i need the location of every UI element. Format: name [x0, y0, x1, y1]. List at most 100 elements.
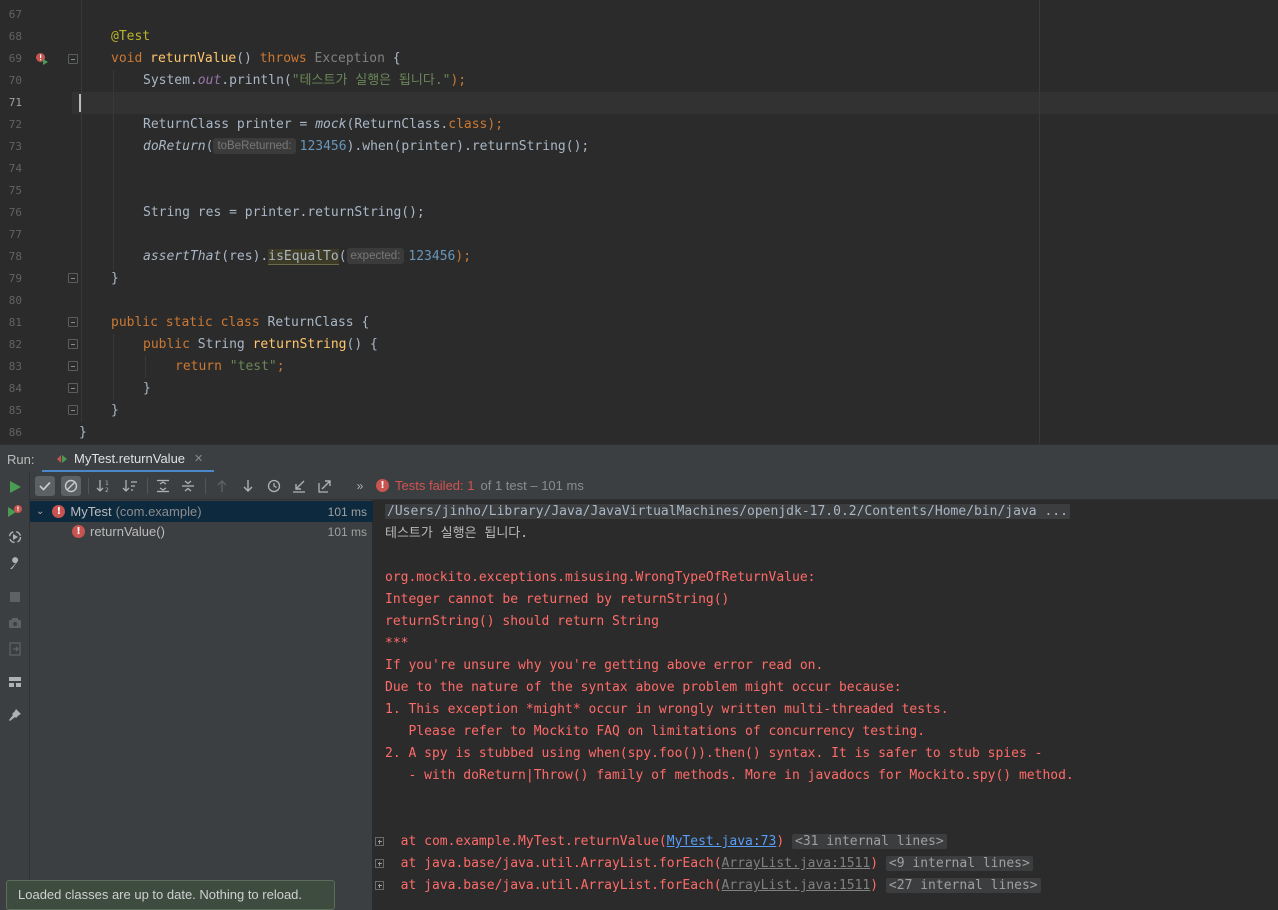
test-class-name: MyTest — [70, 504, 112, 519]
exit-icon — [9, 642, 21, 656]
expand-stack-icon[interactable] — [375, 881, 384, 890]
reload-notification[interactable]: Loaded classes are up to date. Nothing t… — [6, 880, 335, 910]
run-label: Run: — [7, 452, 35, 467]
line-number: 71 — [8, 96, 22, 109]
line-number: 81 — [8, 316, 22, 329]
fold-marker-icon[interactable] — [68, 339, 78, 349]
line-number: 86 — [8, 426, 22, 439]
console-error-line: Integer cannot be returned by returnStri… — [385, 592, 730, 607]
fold-marker-icon[interactable] — [68, 383, 78, 393]
expand-stack-icon[interactable] — [375, 837, 384, 846]
line-number: 80 — [8, 294, 22, 307]
code-line-69: void returnValue() throws Exception { — [111, 51, 401, 66]
fold-marker-icon[interactable] — [68, 361, 78, 371]
console-command-line[interactable]: /Users/jinho/Library/Java/JavaVirtualMac… — [385, 501, 1070, 523]
run-tool-window-header: Run: MyTest.returnValue ✕ — [0, 444, 1278, 473]
run-test-gutter-icon[interactable] — [35, 52, 49, 66]
wrench-icon — [10, 557, 19, 569]
svg-text:1: 1 — [105, 480, 109, 487]
rerun-failed-button[interactable] — [6, 503, 24, 521]
right-margin-guide — [1039, 0, 1040, 444]
sort-by-duration-button[interactable] — [120, 476, 140, 496]
import-tests-button[interactable] — [289, 476, 309, 496]
toggle-auto-test-button[interactable] — [6, 528, 24, 546]
collapse-all-button[interactable] — [178, 476, 198, 496]
show-ignored-toggle[interactable] — [61, 476, 81, 496]
test-runner-toolbar: 12 » ! Tests failed: 1 of 1 test – 101 m… — [30, 472, 1278, 500]
current-line-highlight — [72, 92, 1278, 114]
export-tests-button[interactable] — [315, 476, 335, 496]
indent-guide — [113, 334, 114, 400]
test-output-console[interactable]: /Users/jinho/Library/Java/JavaVirtualMac… — [373, 500, 1278, 910]
ignored-icon — [64, 479, 78, 493]
code-line-78: assertThat(res).isEqualTo(expected: 12345… — [143, 248, 472, 265]
code-line-85: } — [111, 403, 119, 418]
code-line-76: String res = printer.returnString(); — [143, 205, 425, 220]
internal-lines-fold[interactable]: <27 internal lines> — [885, 878, 1041, 893]
sort-alphabetically-button[interactable]: 12 — [94, 476, 114, 496]
expand-all-button[interactable] — [153, 476, 173, 496]
code-line-79: } — [111, 271, 119, 286]
toolbar-separator — [147, 478, 148, 494]
line-number: 78 — [8, 250, 22, 263]
play-icon — [10, 481, 21, 493]
code-line-84: } — [143, 381, 151, 396]
sort-alpha-icon: 12 — [96, 480, 109, 493]
code-line-86: } — [79, 425, 87, 440]
line-number: 79 — [8, 272, 22, 285]
tab-run-config[interactable]: MyTest.returnValue ✕ — [46, 445, 213, 472]
chevron-down-icon[interactable]: ⌄ — [36, 506, 44, 517]
fold-marker-icon[interactable] — [68, 317, 78, 327]
previous-failed-button[interactable] — [212, 476, 232, 496]
check-icon — [39, 481, 51, 491]
chevron-right-icon: » — [356, 479, 364, 493]
layout-button[interactable] — [6, 673, 24, 691]
line-number: 70 — [8, 74, 22, 87]
param-hint: expected: — [346, 248, 405, 264]
toolbar-separator — [88, 478, 89, 494]
code-line-68: @Test — [111, 29, 151, 44]
test-results-tree: ⌄ ! MyTest (com.example) 101 ms ! return… — [30, 500, 373, 910]
layout-icon — [9, 677, 21, 687]
tree-item-mytest[interactable]: ⌄ ! MyTest (com.example) 101 ms — [30, 501, 373, 522]
code-line-70: System.out.println("테스트가 실행은 됩니다."); — [143, 73, 467, 88]
stack-trace-line: at java.base/java.util.ArrayList.forEach… — [385, 853, 1033, 875]
test-duration: 101 ms — [327, 504, 367, 519]
collapse-all-icon — [182, 480, 194, 492]
settings-button[interactable] — [6, 555, 24, 573]
exit-button[interactable] — [6, 640, 24, 658]
close-icon[interactable]: ✕ — [194, 452, 203, 465]
line-number: 76 — [8, 206, 22, 219]
svg-text:2: 2 — [105, 487, 109, 493]
source-link[interactable]: ArrayList.java:1511 — [722, 878, 871, 893]
internal-lines-fold[interactable]: <31 internal lines> — [792, 834, 947, 849]
line-number: 67 — [8, 8, 22, 21]
next-failed-button[interactable] — [238, 476, 258, 496]
fold-marker-icon[interactable] — [68, 54, 78, 64]
error-icon: ! — [376, 479, 389, 492]
code-line-82: public String returnString() { — [143, 337, 378, 352]
test-history-button[interactable] — [264, 476, 284, 496]
more-actions-button[interactable]: » — [353, 476, 367, 496]
rerun-failed-icon — [8, 505, 22, 517]
code-editor[interactable]: 67 68 69 70 71 72 73 74 75 76 77 78 79 8… — [0, 0, 1278, 444]
indent-guide — [145, 356, 146, 378]
line-number: 85 — [8, 404, 22, 417]
fold-marker-icon[interactable] — [68, 405, 78, 415]
console-error-line: 2. A spy is stubbed using when(spy.foo()… — [385, 746, 1043, 761]
show-passed-toggle[interactable] — [35, 476, 55, 496]
tree-item-returnvalue[interactable]: ! returnValue() 101 ms — [30, 521, 373, 542]
source-link[interactable]: MyTest.java:73 — [667, 834, 777, 849]
run-side-toolbar — [0, 472, 30, 910]
line-number: 68 — [8, 30, 22, 43]
internal-lines-fold[interactable]: <9 internal lines> — [885, 856, 1033, 871]
expand-stack-icon[interactable] — [375, 859, 384, 868]
stop-button[interactable] — [6, 588, 24, 606]
pin-tab-button[interactable] — [6, 706, 24, 724]
fold-marker-icon[interactable] — [68, 273, 78, 283]
source-link[interactable]: ArrayList.java:1511 — [722, 856, 871, 871]
dump-threads-button[interactable] — [6, 614, 24, 632]
line-number: 83 — [8, 360, 22, 373]
rerun-button[interactable] — [6, 478, 24, 496]
code-line-72: ReturnClass printer = mock(ReturnClass.c… — [143, 117, 504, 132]
